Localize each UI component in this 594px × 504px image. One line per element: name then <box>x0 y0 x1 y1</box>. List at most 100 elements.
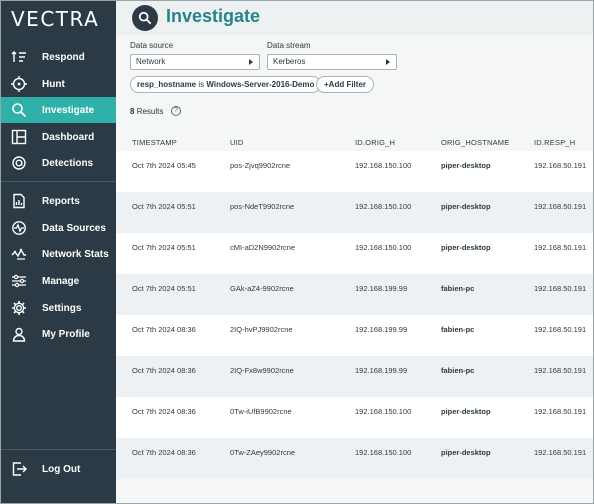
table-row[interactable]: Oct 7th 2024 05:51 GAk-aZ4-9902rcne 192.16… <box>116 274 593 315</box>
table-row[interactable]: Oct 7th 2024 08:36 2IQ-Fx8w9902rcne 192.16… <box>116 356 593 397</box>
table-cell: 192.168.199.99 <box>355 325 408 334</box>
table-cell: piper-desktop <box>441 243 491 252</box>
sidebar-item-dashboard[interactable]: Dashboard <box>1 124 116 150</box>
table-cell: 192.168.50.191 <box>534 202 587 211</box>
table-cell: 192.168.199.99 <box>355 366 408 375</box>
filter-chip[interactable]: resp_hostname is Windows-Server-2016-Dem… <box>130 76 322 93</box>
sidebar-item-label: Dashboard <box>42 131 95 143</box>
help-icon[interactable]: ? <box>171 106 181 116</box>
table-cell: Oct 7th 2024 05:51 <box>132 243 196 252</box>
sidebar-item-my-profile[interactable]: My Profile <box>1 321 116 347</box>
search-icon <box>10 101 28 119</box>
results-label: Results <box>136 107 164 116</box>
crosshair-icon <box>10 75 28 93</box>
page-title: Investigate <box>166 6 261 26</box>
sidebar-item-label: Manage <box>42 275 80 287</box>
table-cell: 2IQ-hvPJ9902rcne <box>230 325 293 334</box>
logout-icon <box>10 460 28 478</box>
sliders-icon <box>10 272 28 290</box>
respond-icon <box>10 48 28 66</box>
search-icon <box>132 5 158 31</box>
add-filter-button[interactable]: +Add Filter <box>316 76 375 93</box>
filter-chip-value: Windows-Server-2016-Demo <box>206 80 315 89</box>
table-cell: pos-NdeT9902rcne <box>230 202 295 211</box>
table-row[interactable]: Oct 7th 2024 05:51 cMI-aD2N9902rcne 192.16… <box>116 233 593 274</box>
filter-chip-operator: is <box>198 80 205 89</box>
sidebar-item-detections[interactable]: Detections <box>1 150 116 176</box>
vectra-logo: VECTRA <box>11 7 100 31</box>
table-cell: 192.168.150.100 <box>355 243 412 252</box>
sidebar-item-hunt[interactable]: Hunt <box>1 71 116 97</box>
sidebar-item-label: Settings <box>42 302 82 314</box>
sidebar-item-respond[interactable]: Respond <box>1 44 116 70</box>
main-content: Investigate Data source Network Data str… <box>116 1 593 503</box>
sidebar-item-reports[interactable]: Reports <box>1 188 116 214</box>
table-cell: 0Tw-ZAey9902rcne <box>230 448 296 457</box>
table-row[interactable]: Oct 7th 2024 05:51 pos-NdeT9902rcne 192.16… <box>116 192 593 233</box>
sidebar-item-settings[interactable]: Settings <box>1 295 116 321</box>
results-count: 8 Results <box>130 107 163 116</box>
table-cell: Oct 7th 2024 08:36 <box>132 325 196 334</box>
data-stream-label: Data stream <box>267 41 311 50</box>
sidebar-item-label: Investigate <box>42 104 95 116</box>
table-cell: fabien-pc <box>441 325 475 334</box>
table-cell: Oct 7th 2024 05:51 <box>132 202 196 211</box>
table-cell: fabien-pc <box>441 366 475 375</box>
logout-label: Log Out <box>42 463 81 475</box>
sidebar-item-label: Detections <box>42 157 94 169</box>
sidebar-item-data-sources[interactable]: Data Sources <box>1 215 116 241</box>
table-cell: 192.168.150.100 <box>355 161 412 170</box>
data-source-label: Data source <box>130 41 174 50</box>
column-header-orig-hostname[interactable]: ORIG_HOSTNAME <box>441 138 509 147</box>
table-cell: 0Tw-iUfB9902rcne <box>230 407 292 416</box>
app-window: VECTRA Respond Hunt Investigate Dashboar… <box>0 0 594 504</box>
sidebar: VECTRA Respond Hunt Investigate Dashboar… <box>1 1 116 503</box>
table-cell: Oct 7th 2024 05:51 <box>132 284 196 293</box>
data-source-select[interactable]: Network <box>130 54 260 70</box>
sidebar-item-label: My Profile <box>42 328 90 340</box>
chevron-right-icon <box>386 59 390 65</box>
table-cell: Oct 7th 2024 05:45 <box>132 161 196 170</box>
table-row[interactable]: Oct 7th 2024 08:36 2IQ-hvPJ9902rcne 192.16… <box>116 315 593 356</box>
table-cell: 192.168.50.191 <box>534 161 587 170</box>
table-cell: 192.168.50.191 <box>534 284 587 293</box>
table-cell: fabien-pc <box>441 284 475 293</box>
table-cell: GAk-aZ4-9902rcne <box>230 284 294 293</box>
table-cell: 2IQ-Fx8w9902rcne <box>230 366 294 375</box>
column-header-uid[interactable]: UID <box>230 138 244 147</box>
gear-icon <box>10 299 28 317</box>
table-cell: cMI-aD2N9902rcne <box>230 243 296 252</box>
dashboard-icon <box>10 128 28 146</box>
table-cell: Oct 7th 2024 08:36 <box>132 366 196 375</box>
column-header-id-resp-h[interactable]: ID.RESP_H <box>534 138 575 147</box>
table-cell: Oct 7th 2024 08:36 <box>132 448 196 457</box>
column-header-timestamp[interactable]: TIMESTAMP <box>132 138 177 147</box>
data-stream-select[interactable]: Kerberos <box>267 54 397 70</box>
sidebar-divider <box>1 449 116 450</box>
table-cell: piper-desktop <box>441 161 491 170</box>
column-header-id-orig-h[interactable]: ID.ORIG_H <box>355 138 395 147</box>
sidebar-item-network-stats[interactable]: Network Stats <box>1 241 116 267</box>
table-cell: piper-desktop <box>441 202 491 211</box>
chevron-right-icon <box>249 59 253 65</box>
table-cell: 192.168.50.191 <box>534 448 587 457</box>
table-cell: 192.168.50.191 <box>534 407 587 416</box>
data-stream-value: Kerberos <box>273 57 306 66</box>
page-header: Investigate <box>116 1 593 35</box>
table-cell: pos-Zjvq9902rcne <box>230 161 291 170</box>
table-cell: 192.168.150.100 <box>355 448 412 457</box>
logout-button[interactable]: Log Out <box>1 456 116 482</box>
sidebar-item-manage[interactable]: Manage <box>1 268 116 294</box>
report-icon <box>10 192 28 210</box>
network-stats-icon <box>10 245 28 263</box>
table-row[interactable]: Oct 7th 2024 05:45 pos-Zjvq9902rcne 192.16… <box>116 151 593 192</box>
sidebar-item-label: Network Stats <box>42 248 109 260</box>
filter-chip-field: resp_hostname <box>137 80 197 89</box>
detections-icon <box>10 154 28 172</box>
table-row[interactable]: Oct 7th 2024 08:36 0Tw-iUfB9902rcne 192.16… <box>116 397 593 438</box>
table-row[interactable]: Oct 7th 2024 08:36 0Tw-ZAey9902rcne 192.16… <box>116 438 593 479</box>
sidebar-item-investigate[interactable]: Investigate <box>1 97 116 123</box>
table-header: TIMESTAMP UID ID.ORIG_H ORIG_HOSTNAME ID… <box>116 135 593 151</box>
table-cell: piper-desktop <box>441 407 491 416</box>
table-cell: 192.168.150.100 <box>355 202 412 211</box>
